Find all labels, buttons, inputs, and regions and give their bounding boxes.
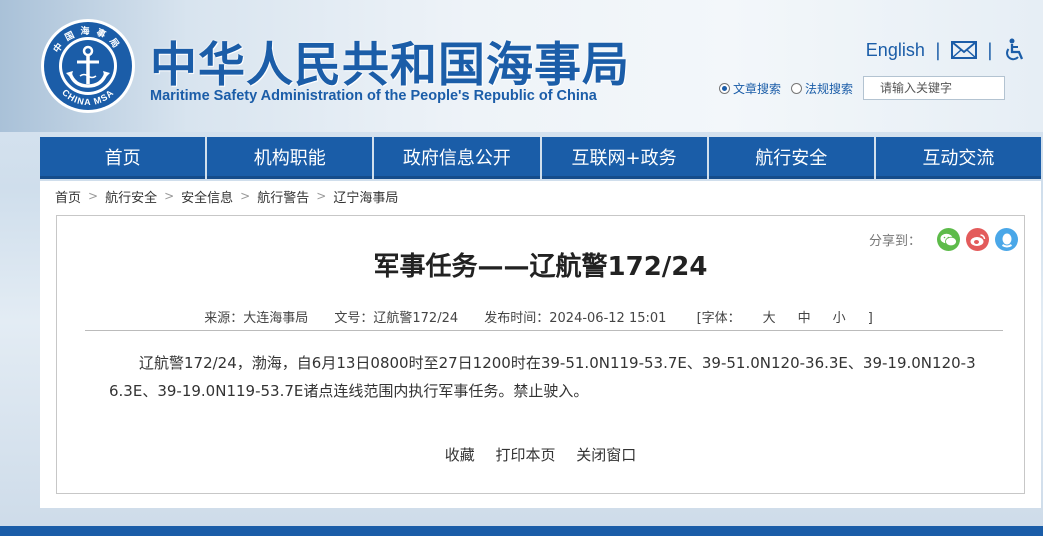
site-title-en: Maritime Safety Administration of the Pe… (150, 88, 597, 104)
breadcrumb-separator: > (164, 189, 175, 203)
font-label-close: ] (867, 311, 873, 326)
article-source: 来源：大连海事局 (204, 311, 309, 326)
favorite-button[interactable]: 收藏 (445, 446, 475, 464)
nav-item-interaction[interactable]: 互动交流 (875, 137, 1042, 179)
font-size-small[interactable]: 小 (833, 311, 846, 326)
radio-law-search[interactable]: 法规搜索 (791, 80, 853, 97)
envelope-icon[interactable] (950, 40, 977, 60)
font-size-large[interactable]: 大 (763, 311, 776, 326)
radio-dot[interactable] (791, 82, 803, 94)
radio-law-label: 法规搜索 (805, 81, 854, 96)
radio-article-label: 文章搜索 (733, 81, 782, 96)
search-input[interactable] (863, 76, 1006, 100)
nav-item-internet-gov[interactable]: 互联网+政务 (541, 137, 707, 179)
article-doc-no: 文号：辽航警172/24 (334, 311, 459, 326)
english-link[interactable]: English (866, 40, 925, 61)
top-link-separator: | (934, 39, 941, 61)
nav-item-navigation-safety[interactable]: 航行安全 (708, 137, 874, 179)
font-size-control: [字体： 大 中 小] (686, 311, 884, 326)
article-body: 辽航警172/24，渤海，自6月13日0800时至27日1200时在39-51.… (109, 354, 976, 400)
footer-band (0, 526, 1043, 536)
breadcrumb-nav-warnings[interactable]: 航行警告 (257, 187, 309, 206)
main-content: 分享到： 军事任务——辽航警172/24 来源：大连海事局 文号：辽航警172/… (40, 211, 1041, 508)
nav-item-functions[interactable]: 机构职能 (207, 137, 373, 179)
article-box: 分享到： 军事任务——辽航警172/24 来源：大连海事局 文号：辽航警172/… (56, 215, 1025, 494)
top-links: English | | (866, 38, 1025, 62)
breadcrumb-navigation-safety[interactable]: 航行安全 (105, 187, 157, 206)
font-label-open: [字体： (696, 311, 741, 326)
msa-logo[interactable]: 中国海事局 CHINA MSA (40, 18, 136, 114)
main-nav: 首页 机构职能 政府信息公开 互联网+政务 航行安全 互动交流 (40, 137, 1042, 179)
nav-item-gov-info[interactable]: 政府信息公开 (374, 137, 540, 179)
wheelchair-icon[interactable] (1003, 38, 1025, 62)
article-actions: 收藏 打印本页 关闭窗口 (57, 444, 1024, 465)
divider (85, 330, 1003, 331)
close-window-button[interactable]: 关闭窗口 (576, 446, 636, 464)
search-bar: 文章搜索 法规搜索 (719, 76, 1006, 100)
breadcrumb-separator: > (316, 189, 327, 203)
site-header: 中国海事局 CHINA MSA 中华人民共和国海事局 Maritime Safe… (0, 0, 1043, 132)
breadcrumb: 首页 > 航行安全 > 安全信息 > 航行警告 > 辽宁海事局 (40, 181, 1041, 211)
site-title-cn: 中华人民共和国海事局 (150, 38, 630, 93)
breadcrumb-safety-info[interactable]: 安全信息 (181, 187, 233, 206)
breadcrumb-separator: > (240, 189, 251, 203)
article-title: 军事任务——辽航警172/24 (373, 252, 708, 282)
print-button[interactable]: 打印本页 (495, 446, 555, 464)
nav-item-home[interactable]: 首页 (40, 137, 206, 179)
radio-article-search[interactable]: 文章搜索 (719, 80, 781, 97)
article-publish-time: 发布时间：2024-06-12 15:01 (484, 311, 667, 326)
breadcrumb-separator: > (88, 189, 99, 203)
breadcrumb-liaoning-msa[interactable]: 辽宁海事局 (333, 187, 398, 206)
top-link-separator: | (986, 39, 993, 61)
breadcrumb-home[interactable]: 首页 (55, 187, 81, 206)
font-size-medium[interactable]: 中 (798, 311, 811, 326)
radio-dot-checked[interactable] (719, 82, 730, 94)
article-meta: 来源：大连海事局 文号：辽航警172/24 发布时间：2024-06-12 15… (57, 307, 1024, 326)
